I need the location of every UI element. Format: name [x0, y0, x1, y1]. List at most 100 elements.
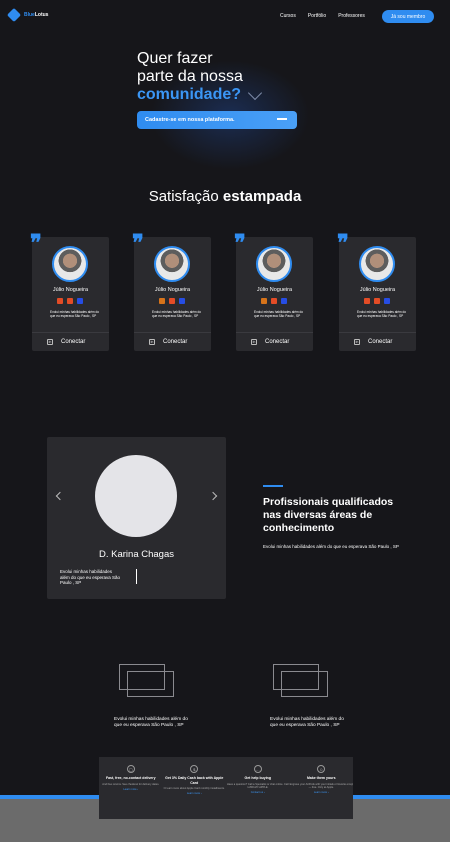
connect-button[interactable]: in Conectar	[134, 332, 211, 351]
quote-icon: ❞	[132, 230, 144, 256]
feature-cashback: $ Get 3% Daily Cash back with Apple Card…	[163, 757, 227, 819]
tech-icon	[169, 298, 175, 304]
connect-button[interactable]: in Conectar	[32, 332, 109, 351]
chat-icon: …	[253, 765, 262, 773]
testimonial-desc: Evolui minhas habilidades além do que eu…	[254, 310, 304, 318]
quote-icon: ❞	[337, 230, 349, 256]
profile-carousel: D. Karina Chagas Evolui minhas habilidad…	[47, 437, 226, 599]
bottom-item-desc: Evolui minhas habilidades além do que eu…	[114, 717, 188, 728]
sat-title-bold: estampada	[222, 188, 302, 205]
lotus-logo-icon	[6, 7, 22, 23]
feature-delivery: ▢ Fast, free, no-contact delivery And fr…	[99, 757, 163, 819]
accent-bar	[263, 485, 283, 487]
section-title-satisfaction: Satisfação estampada	[0, 188, 450, 205]
testimonial-card: ❞ Júlio Nogueira Evolui minhas habilidad…	[234, 232, 313, 351]
connect-label: Conectar	[368, 339, 393, 345]
connect-label: Conectar	[163, 339, 188, 345]
feature-text: Engrave your AirPods with your initials …	[289, 782, 353, 789]
avatar	[359, 246, 395, 282]
testimonial-name: Júlio Nogueira	[154, 287, 191, 293]
linkedin-icon: in	[251, 339, 257, 345]
feature-link[interactable]: Learn more ›	[163, 792, 227, 795]
tech-icon	[77, 298, 83, 304]
hero-line-1: Quer fazer	[137, 50, 213, 67]
nav-link-professores[interactable]: Professores	[338, 13, 365, 19]
linkedin-icon: in	[354, 339, 360, 345]
feature-help: … Get help buying Have a question? Call …	[226, 757, 290, 819]
image-frame-icon	[119, 664, 174, 698]
profile-desc: Evolui minhas habilidades além do que eu…	[60, 569, 121, 585]
chevron-left-icon[interactable]	[55, 491, 65, 501]
tech-icons	[57, 298, 83, 304]
signup-button[interactable]: Cadastre-se em nossa plataforma.	[137, 111, 297, 129]
tech-icon	[67, 298, 73, 304]
testimonial-card: ❞ Júlio Nogueira Evolui minhas habilidad…	[30, 232, 109, 351]
feature-link[interactable]: Learn more ›	[290, 791, 354, 794]
hero-title: Quer fazer parte da nossa comunidade?	[137, 50, 243, 104]
tech-icon	[281, 298, 287, 304]
feature-title: Fast, free, no-contact delivery	[105, 776, 156, 780]
tech-icon	[271, 298, 277, 304]
top-nav: BlueLotus Cursos Portfólio Professores J…	[0, 0, 450, 34]
profile-name: D. Karina Chagas	[99, 549, 174, 560]
feature-title: Get help buying	[244, 776, 271, 780]
chevron-right-icon[interactable]	[208, 491, 218, 501]
text-cursor	[136, 569, 137, 584]
tech-icon	[179, 298, 185, 304]
image-frame-icon	[273, 664, 328, 698]
logo-suffix: Lotus	[34, 12, 49, 18]
tech-icons	[261, 298, 287, 304]
connect-button[interactable]: in Conectar	[339, 332, 416, 351]
logo[interactable]: BlueLotus	[6, 7, 49, 23]
tech-icons	[364, 298, 390, 304]
linkedin-icon: in	[149, 339, 155, 345]
profile-photo	[95, 455, 177, 537]
connect-label: Conectar	[61, 339, 86, 345]
bottom-item-desc: Evolui minhas habilidades além do que eu…	[270, 717, 344, 728]
member-login-button[interactable]: Já sou membro	[382, 10, 434, 23]
arrow-right-icon	[277, 118, 287, 120]
qualified-desc: Evolui minhas habilidades além do que eu…	[263, 544, 399, 549]
testimonial-desc: Evolui minhas habilidades além do que eu…	[50, 310, 100, 318]
testimonial-card: ❞ Júlio Nogueira Evolui minhas habilidad…	[337, 232, 416, 351]
signup-button-label: Cadastre-se em nossa plataforma.	[145, 117, 235, 123]
box-icon: ▢	[126, 765, 135, 773]
tech-icon	[374, 298, 380, 304]
smiley-icon: ☺	[317, 765, 326, 773]
logo-prefix: Blue	[24, 12, 35, 18]
feature-engrave: ☺ Make them yours Engrave your AirPods w…	[290, 757, 354, 819]
testimonial-name: Júlio Nogueira	[52, 287, 89, 293]
tech-icon	[384, 298, 390, 304]
connect-button[interactable]: in Conectar	[236, 332, 313, 351]
dollar-icon: $	[190, 765, 199, 773]
feature-bar: ▢ Fast, free, no-contact delivery And fr…	[99, 757, 353, 819]
testimonial-desc: Evolui minhas habilidades além do que eu…	[152, 310, 202, 318]
tech-icon	[364, 298, 370, 304]
testimonial-desc: Evolui minhas habilidades além do que eu…	[357, 310, 407, 318]
avatar	[256, 246, 292, 282]
avatar	[52, 246, 88, 282]
tech-icon	[159, 298, 165, 304]
tech-icons	[159, 298, 185, 304]
testimonial-name: Júlio Nogueira	[359, 287, 396, 293]
feature-link[interactable]: Contact us ›	[226, 791, 290, 794]
quote-icon: ❞	[30, 230, 42, 256]
testimonial-name: Júlio Nogueira	[256, 287, 293, 293]
qualified-title: Profissionais qualificados nas diversas …	[263, 496, 394, 534]
feature-link[interactable]: Learn more ›	[99, 788, 163, 791]
avatar	[154, 246, 190, 282]
feature-text: And free returns. See checkout for deliv…	[102, 782, 160, 786]
feature-text: Have a question? Call a Specialist or ch…	[226, 782, 289, 789]
testimonial-card: ❞ Júlio Nogueira Evolui minhas habilidad…	[132, 232, 211, 351]
linkedin-icon: in	[47, 339, 53, 345]
feature-title: Get 3% Daily Cash back with Apple Card	[165, 776, 224, 785]
tech-icon	[57, 298, 63, 304]
nav-link-cursos[interactable]: Cursos	[280, 13, 296, 19]
hero-line-2: parte da nossa	[137, 68, 243, 85]
sat-title-regular: Satisfação	[148, 188, 219, 205]
nav-links: Cursos Portfólio Professores	[280, 13, 365, 19]
feature-title: Make them yours	[306, 776, 336, 780]
nav-link-portfolio[interactable]: Portfólio	[308, 13, 326, 19]
feature-text: Or earn more about Apple Card monthly in…	[163, 787, 225, 790]
connect-label: Conectar	[265, 339, 290, 345]
